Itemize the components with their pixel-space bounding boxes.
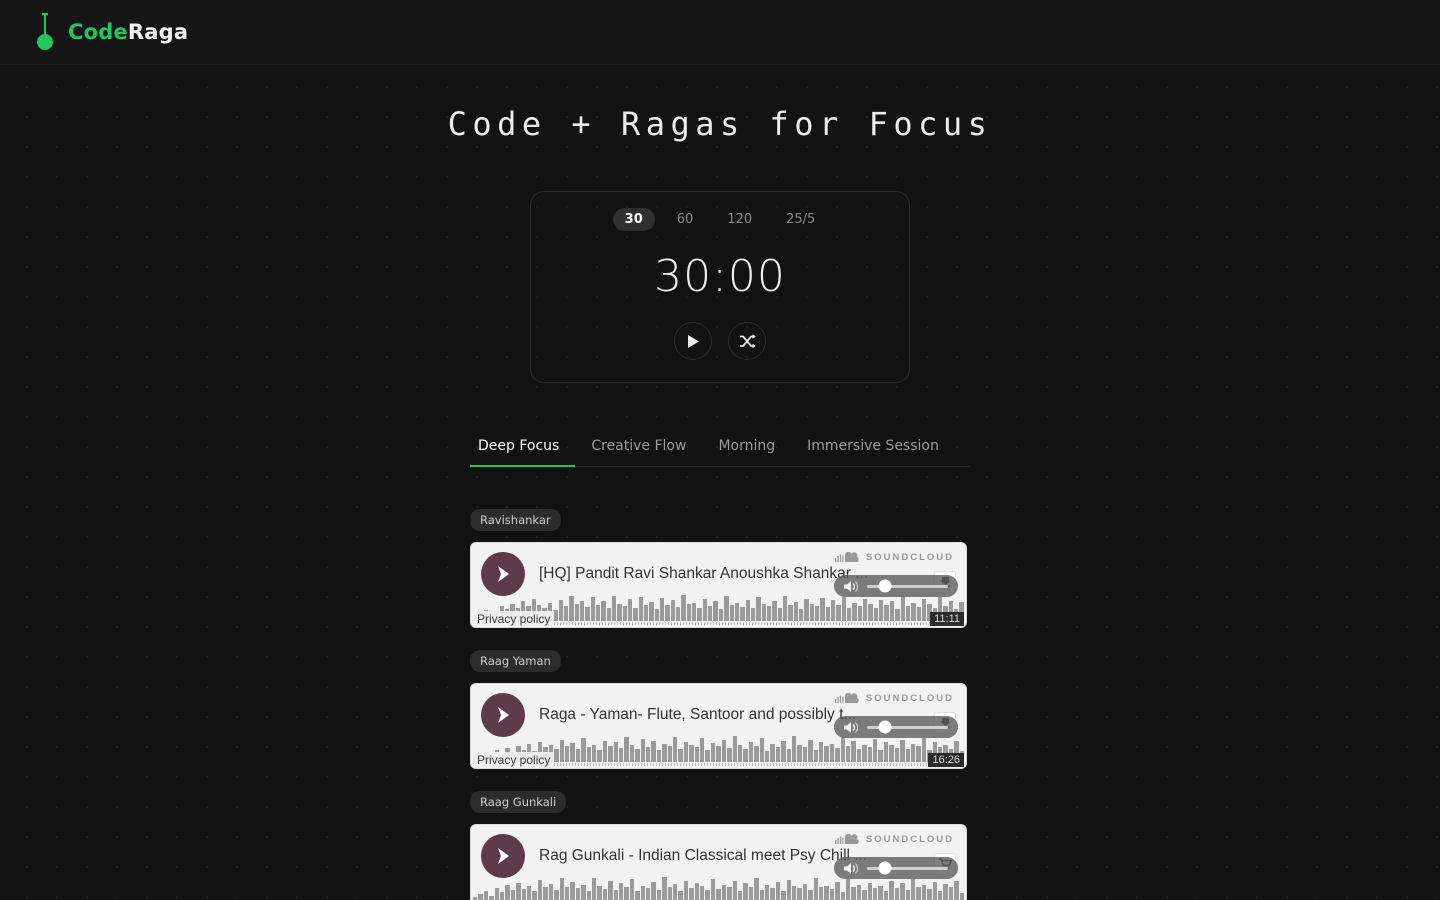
brand-logo[interactable]: CodeRaga — [34, 12, 188, 52]
soundcloud-label: SOUNDCLOUD — [865, 693, 954, 704]
timer-preset-30[interactable]: 30 — [612, 208, 655, 231]
timer-card: 30 60 120 25/5 30:00 — [530, 191, 910, 383]
play-icon — [688, 334, 699, 348]
track-duration: 11:11 — [930, 612, 964, 626]
play-icon — [498, 707, 509, 723]
timer-preset-120[interactable]: 120 — [715, 208, 764, 231]
soundcloud-brand: SOUNDCLOUD — [834, 552, 954, 563]
track-play-button[interactable] — [481, 834, 525, 878]
track-play-button[interactable] — [481, 552, 525, 596]
volume-icon — [844, 580, 859, 592]
tanpura-icon-svg — [37, 13, 53, 50]
soundcloud-logo-icon — [834, 693, 859, 703]
page-title: Code + Ragas for Focus — [447, 105, 993, 143]
shuffle-icon — [739, 333, 756, 348]
volume-control[interactable] — [834, 716, 958, 738]
soundcloud-brand: SOUNDCLOUD — [834, 693, 954, 704]
brand-primary: Code — [68, 20, 128, 44]
play-icon — [498, 566, 509, 582]
timer-preset-60[interactable]: 60 — [665, 208, 706, 231]
timer-preset-row: 30 60 120 25/5 — [531, 208, 909, 231]
soundcloud-label: SOUNDCLOUD — [865, 552, 954, 563]
raga-badge: Raag Gunkali — [470, 791, 567, 813]
soundcloud-player[interactable]: Rag Gunkali - Indian Classical meet Psy … — [470, 824, 967, 900]
page-body: Code + Ragas for Focus 30 60 120 25/5 30… — [0, 65, 1440, 900]
brand-text: CodeRaga — [68, 20, 188, 44]
timer-play-button[interactable] — [674, 322, 712, 360]
play-icon — [498, 848, 509, 864]
volume-slider-knob[interactable] — [878, 861, 892, 875]
soundcloud-label: SOUNDCLOUD — [865, 834, 954, 845]
playlist-tabs: Deep Focus Creative Flow Morning Immersi… — [470, 438, 970, 467]
privacy-policy-link[interactable]: Privacy policy — [473, 611, 555, 627]
tab-morning[interactable]: Morning — [702, 438, 791, 466]
volume-slider-track[interactable] — [867, 579, 948, 593]
shuffle-button[interactable] — [728, 322, 766, 360]
track-item: Raag Yaman Raga - Yaman- Flute, Santoor … — [470, 650, 970, 769]
volume-slider-track[interactable] — [867, 720, 948, 734]
tab-creative-flow[interactable]: Creative Flow — [575, 438, 702, 466]
privacy-policy-link[interactable]: Privacy policy — [473, 752, 555, 768]
tanpura-icon — [34, 12, 56, 52]
soundcloud-brand: SOUNDCLOUD — [834, 834, 954, 845]
track-play-button[interactable] — [481, 693, 525, 737]
soundcloud-logo-icon — [834, 834, 859, 844]
soundcloud-player[interactable]: [HQ] Pandit Ravi Shankar Anoushka Shanka… — [470, 542, 967, 628]
timer-controls — [531, 322, 909, 360]
raga-badge: Raag Yaman — [470, 650, 561, 672]
volume-icon — [844, 862, 859, 874]
timer-display: 30:00 — [654, 251, 786, 302]
volume-slider-track[interactable] — [867, 861, 948, 875]
volume-icon — [844, 721, 859, 733]
volume-slider-knob[interactable] — [878, 720, 892, 734]
timer-preset-25-5[interactable]: 25/5 — [774, 208, 827, 231]
volume-control[interactable] — [834, 575, 958, 597]
soundcloud-logo-icon — [834, 552, 859, 562]
soundcloud-player[interactable]: Raga - Yaman- Flute, Santoor and possibl… — [470, 683, 967, 769]
app-header: CodeRaga — [0, 0, 1440, 65]
track-item: Ravishankar [HQ] Pandit Ravi Shankar Ano… — [470, 509, 970, 628]
track-item: Raag Gunkali Rag Gunkali - Indian Classi… — [470, 791, 970, 900]
track-duration: 16:26 — [928, 753, 964, 767]
volume-slider-knob[interactable] — [878, 579, 892, 593]
tab-immersive-session[interactable]: Immersive Session — [791, 438, 955, 466]
track-list: Ravishankar [HQ] Pandit Ravi Shankar Ano… — [470, 509, 970, 900]
tab-deep-focus[interactable]: Deep Focus — [470, 438, 576, 467]
volume-control[interactable] — [834, 857, 958, 879]
raga-badge: Ravishankar — [470, 509, 561, 531]
brand-secondary: Raga — [127, 20, 189, 44]
